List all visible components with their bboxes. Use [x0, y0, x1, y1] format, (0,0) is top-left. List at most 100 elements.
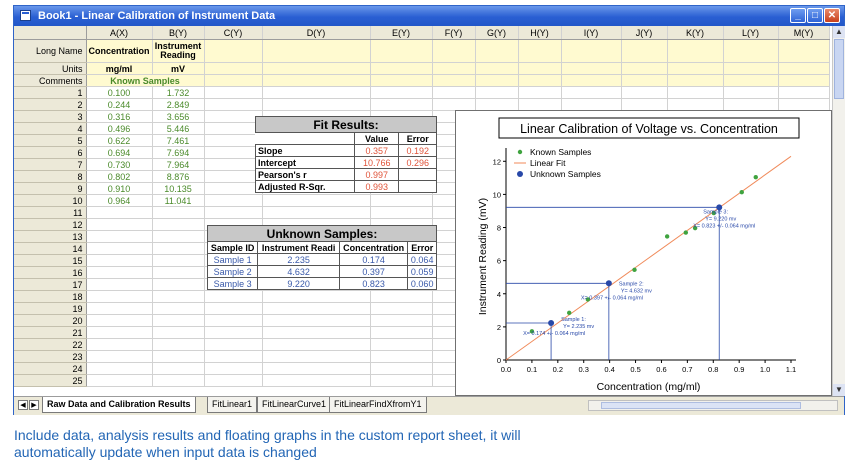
tab-fitlinear1[interactable]: FitLinear1	[207, 397, 258, 413]
cell-units[interactable]: mV	[152, 62, 205, 75]
cell[interactable]	[667, 62, 724, 75]
cell[interactable]	[152, 254, 205, 267]
cell[interactable]	[621, 74, 668, 87]
close-button[interactable]: ✕	[824, 8, 840, 23]
column-header[interactable]: L(Y)	[723, 26, 779, 40]
cell[interactable]	[262, 374, 371, 387]
cell-concentration[interactable]: 0.964	[86, 194, 153, 207]
cell[interactable]	[204, 74, 263, 87]
cell[interactable]	[370, 98, 433, 111]
cell[interactable]	[204, 326, 263, 339]
cell[interactable]	[204, 170, 263, 183]
cell-concentration[interactable]: 0.694	[86, 146, 153, 159]
row-number[interactable]: 9	[14, 182, 87, 195]
row-number[interactable]: 10	[14, 194, 87, 207]
cell-long-name[interactable]: Instrument Reading	[152, 39, 205, 63]
cell[interactable]	[86, 362, 153, 375]
cell[interactable]	[621, 62, 668, 75]
column-header[interactable]: G(Y)	[475, 26, 519, 40]
cell[interactable]	[778, 98, 830, 111]
tab-prev-icon[interactable]: ◀	[18, 400, 28, 410]
cell[interactable]	[86, 338, 153, 351]
column-header[interactable]: J(Y)	[621, 26, 668, 40]
cell[interactable]	[86, 266, 153, 279]
column-header[interactable]: E(Y)	[370, 26, 433, 40]
cell[interactable]	[262, 98, 371, 111]
cell[interactable]	[561, 86, 622, 99]
cell[interactable]	[667, 39, 724, 63]
cell[interactable]	[561, 62, 622, 75]
tab-fitlinearcurve1[interactable]: FitLinearCurve1	[257, 397, 332, 413]
cell-reading[interactable]: 7.964	[152, 158, 205, 171]
cell-reading[interactable]: 8.876	[152, 170, 205, 183]
cell-reading[interactable]: 3.656	[152, 110, 205, 123]
cell[interactable]	[262, 302, 371, 315]
cell[interactable]	[561, 39, 622, 63]
cell[interactable]	[204, 362, 263, 375]
cell[interactable]	[262, 194, 371, 207]
cell-reading[interactable]: 7.461	[152, 134, 205, 147]
cell[interactable]	[518, 62, 562, 75]
row-label-units[interactable]: Units	[14, 62, 87, 75]
cell[interactable]	[152, 230, 205, 243]
maximize-button[interactable]: □	[807, 8, 823, 23]
cell[interactable]	[204, 338, 263, 351]
corner-cell[interactable]	[14, 26, 87, 40]
cell[interactable]	[370, 326, 433, 339]
cell[interactable]	[262, 74, 371, 87]
cell[interactable]	[432, 98, 476, 111]
cell-reading[interactable]: 5.446	[152, 122, 205, 135]
cell-concentration[interactable]: 0.910	[86, 182, 153, 195]
cell[interactable]	[262, 86, 371, 99]
cell[interactable]	[432, 62, 476, 75]
cell[interactable]	[370, 206, 433, 219]
cell[interactable]	[475, 74, 519, 87]
row-number[interactable]: 4	[14, 122, 87, 135]
cell-concentration[interactable]: 0.244	[86, 98, 153, 111]
row-number[interactable]: 11	[14, 206, 87, 219]
cell[interactable]	[204, 314, 263, 327]
row-number[interactable]: 7	[14, 158, 87, 171]
horizontal-scrollbar[interactable]	[588, 400, 838, 411]
cell[interactable]	[723, 98, 779, 111]
cell[interactable]	[370, 74, 433, 87]
cell[interactable]	[432, 86, 476, 99]
cell[interactable]	[204, 122, 263, 135]
cell[interactable]	[432, 74, 476, 87]
cell[interactable]	[723, 62, 779, 75]
cell[interactable]	[152, 350, 205, 363]
cell[interactable]	[204, 134, 263, 147]
row-number[interactable]: 1	[14, 86, 87, 99]
column-header[interactable]: D(Y)	[262, 26, 371, 40]
cell[interactable]	[723, 39, 779, 63]
row-number[interactable]: 17	[14, 278, 87, 291]
cell[interactable]	[204, 206, 263, 219]
scroll-down-icon[interactable]: ▼	[833, 384, 845, 396]
cell[interactable]	[370, 290, 433, 303]
column-header[interactable]: A(X)	[86, 26, 153, 40]
cell[interactable]	[778, 74, 830, 87]
cell-reading[interactable]: 7.694	[152, 146, 205, 159]
cell[interactable]	[86, 290, 153, 303]
column-header[interactable]: H(Y)	[518, 26, 562, 40]
cell[interactable]	[778, 62, 830, 75]
cell-reading[interactable]: 11.041	[152, 194, 205, 207]
row-number[interactable]: 16	[14, 266, 87, 279]
cell[interactable]	[86, 206, 153, 219]
cell[interactable]	[778, 39, 830, 63]
cell[interactable]	[723, 86, 779, 99]
cell[interactable]	[152, 338, 205, 351]
row-number[interactable]: 19	[14, 302, 87, 315]
cell[interactable]	[778, 86, 830, 99]
row-number[interactable]: 20	[14, 314, 87, 327]
cell[interactable]	[204, 350, 263, 363]
cell[interactable]	[723, 74, 779, 87]
title-bar[interactable]: Book1 - Linear Calibration of Instrument…	[14, 6, 844, 26]
scroll-thumb[interactable]	[834, 39, 844, 99]
row-number[interactable]: 3	[14, 110, 87, 123]
cell[interactable]	[204, 302, 263, 315]
cell[interactable]	[262, 338, 371, 351]
cell[interactable]	[86, 350, 153, 363]
cell[interactable]	[561, 98, 622, 111]
column-header[interactable]: M(Y)	[778, 26, 830, 40]
